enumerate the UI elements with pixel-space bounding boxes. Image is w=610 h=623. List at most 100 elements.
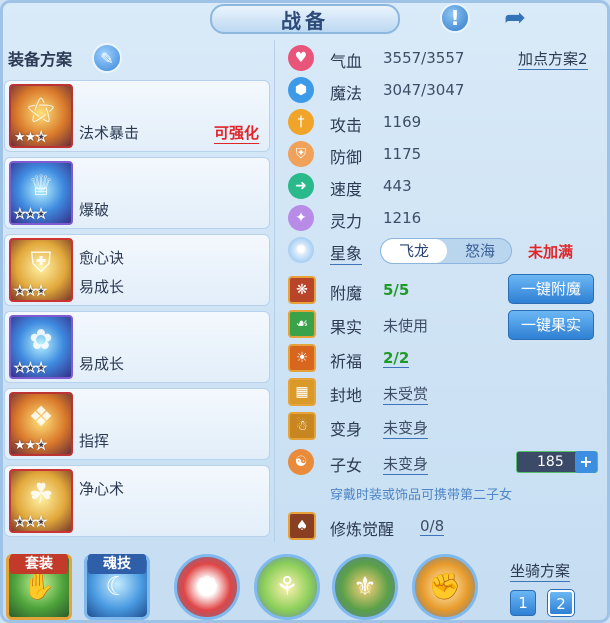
extra-value: 未使用	[383, 317, 429, 335]
add-point-scheme-link[interactable]: 加点方案2	[518, 48, 588, 70]
skill-slot-2[interactable]: ⚘	[252, 552, 322, 622]
star-rating: ★★★	[14, 361, 48, 377]
stat-value: 3047/3047	[383, 81, 465, 99]
extra-label: 果实	[330, 318, 363, 337]
cultivate-value[interactable]: 0/8	[420, 517, 445, 536]
land-icon: ▦	[288, 378, 316, 406]
cultivate-row: ♠ 修炼觉醒 0/8	[280, 512, 602, 540]
staff-icon: ⚝ ★★★	[9, 84, 73, 148]
extra-value: 5/5	[383, 281, 410, 299]
stat-row-hp: ♥ 气血 3557/3557 加点方案2	[280, 44, 602, 72]
extra-value[interactable]: 未变身	[383, 453, 429, 475]
one-click-enchant-button[interactable]: 一键附魔	[508, 274, 594, 304]
transform-icon: ☃	[288, 412, 316, 440]
star-sign-label[interactable]: 星象	[330, 240, 363, 265]
mount-scheme-label[interactable]: 坐骑方案	[510, 560, 571, 582]
extra-label: 子女	[330, 456, 363, 475]
stat-row-attack: † 攻击 1169	[280, 108, 602, 136]
suit-tab[interactable]: ✋ 套装	[4, 552, 74, 622]
star-rating: ★★★	[14, 284, 48, 300]
star-sign-row: ✹ 星象 飞龙 怒海 未加满	[280, 236, 602, 265]
fan-icon: ❁	[174, 554, 240, 620]
exclamation-icon[interactable]: !	[440, 3, 470, 33]
stat-value: 1169	[383, 113, 422, 131]
extra-row-pray: ☀ 祈福 2/2	[280, 344, 602, 372]
punch-icon: ✊	[412, 554, 478, 620]
star-sign-status: 未加满	[528, 243, 574, 261]
equip-name: 爆破	[79, 201, 110, 219]
star-rating: ★★★	[14, 438, 47, 454]
equip-name: 法术暴击	[79, 124, 140, 142]
second-child-hint: 穿戴时装或饰品可携带第二子女	[330, 488, 513, 503]
pencil-icon[interactable]: ✎	[92, 43, 122, 73]
equip-card-3[interactable]: ⛨ ★★★ 愈心诀 易成长	[4, 234, 270, 306]
stat-value: 1216	[383, 209, 422, 227]
stat-label: 防御	[330, 148, 363, 167]
armor-icon: ⛨ ★★★	[9, 238, 73, 302]
extra-value[interactable]: 未变身	[383, 417, 429, 439]
star-rating: ★★★	[14, 515, 48, 531]
lightning-icon: ➜	[288, 173, 314, 199]
extra-value[interactable]: 未受赏	[383, 383, 429, 405]
stat-label: 攻击	[330, 116, 363, 135]
extra-label: 封地	[330, 386, 363, 405]
extra-label: 祈福	[330, 352, 363, 371]
toggle-option-nuhai[interactable]: 怒海	[447, 239, 511, 263]
equip-name: 愈心诀	[79, 249, 125, 267]
equip-name-2: 易成长	[79, 278, 125, 296]
sword-icon: †	[288, 109, 314, 135]
soul-skill-tab[interactable]: ☾ 魂技	[82, 552, 152, 622]
mount-option-1[interactable]: 1	[510, 590, 536, 616]
toggle-option-feilong[interactable]: 飞龙	[381, 239, 447, 263]
equip-list: ⚝ ★★★ 法术暴击 可强化 ♕ ★★★ 爆破 ⛨ ★★★ 愈心诀 易成长 ✿ …	[4, 80, 270, 542]
extra-row-child: ☯ 子女 未变身 185 +	[280, 448, 602, 476]
equip-name: 净心术	[79, 480, 125, 498]
figure-icon: ⚘	[254, 554, 320, 620]
stat-row-mp: ⬢ 魔法 3047/3047	[280, 76, 602, 104]
stat-label: 灵力	[330, 212, 363, 231]
extra-label: 变身	[330, 420, 363, 439]
plus-icon[interactable]: +	[575, 451, 597, 473]
divider	[274, 40, 275, 542]
mask-icon: ⚜	[332, 554, 398, 620]
extra-row-land: ▦ 封地 未受赏	[280, 378, 602, 406]
share-icon[interactable]: ➦	[498, 3, 532, 33]
equip-card-5[interactable]: ❖ ★★★ 指挥	[4, 388, 270, 460]
necklace-icon: ✿ ★★★	[9, 315, 73, 379]
extra-row-transform: ☃ 变身 未变身	[280, 412, 602, 440]
equip-scheme-label: 装备方案	[8, 50, 73, 69]
extra-value[interactable]: 2/2	[383, 349, 410, 368]
enchant-icon: ❋	[288, 276, 316, 304]
stat-label: 气血	[330, 52, 363, 71]
equip-card-4[interactable]: ✿ ★★★ 易成长	[4, 311, 270, 383]
child-icon: ☯	[288, 449, 314, 475]
one-click-fruit-button[interactable]: 一键果实	[508, 310, 594, 340]
hexagon-icon: ⬢	[288, 77, 314, 103]
mount-option-2[interactable]: 2	[548, 590, 574, 616]
bottom-bar: ✋ 套装 ☾ 魂技 ❁ ⚘ ⚜ ✊ 坐骑方案 1 2	[0, 548, 610, 623]
equip-name: 易成长	[79, 355, 125, 373]
equip-card-1[interactable]: ⚝ ★★★ 法术暴击 可强化	[4, 80, 270, 152]
stat-row-spirit: ✦ 灵力 1216	[280, 204, 602, 232]
window-title: 战备	[210, 4, 400, 34]
star-rating: ★★★	[14, 207, 48, 223]
extra-label: 附魔	[330, 284, 363, 303]
enhance-link[interactable]: 可强化	[213, 122, 259, 144]
cultivate-label: 修炼觉醒	[330, 520, 395, 539]
skill-slot-3[interactable]: ⚜	[330, 552, 400, 622]
pray-icon: ☀	[288, 344, 316, 372]
equip-card-6[interactable]: ☘ ★★★ 净心术	[4, 465, 270, 537]
stat-label: 速度	[330, 180, 363, 199]
boots-icon: ☘ ★★★	[9, 469, 73, 533]
heart-icon: ♥	[288, 45, 314, 71]
helmet-icon: ♕ ★★★	[9, 161, 73, 225]
star-sign-toggle[interactable]: 飞龙 怒海	[380, 238, 512, 264]
child-counter-value: 185	[537, 454, 564, 470]
cultivate-icon: ♠	[288, 512, 316, 540]
soul-skill-tab-label: 魂技	[88, 554, 146, 574]
stat-value: 1175	[383, 145, 422, 163]
equip-card-2[interactable]: ♕ ★★★ 爆破	[4, 157, 270, 229]
skill-slot-1[interactable]: ❁	[172, 552, 242, 622]
skill-slot-4[interactable]: ✊	[410, 552, 480, 622]
diamond-icon: ✦	[288, 205, 314, 231]
